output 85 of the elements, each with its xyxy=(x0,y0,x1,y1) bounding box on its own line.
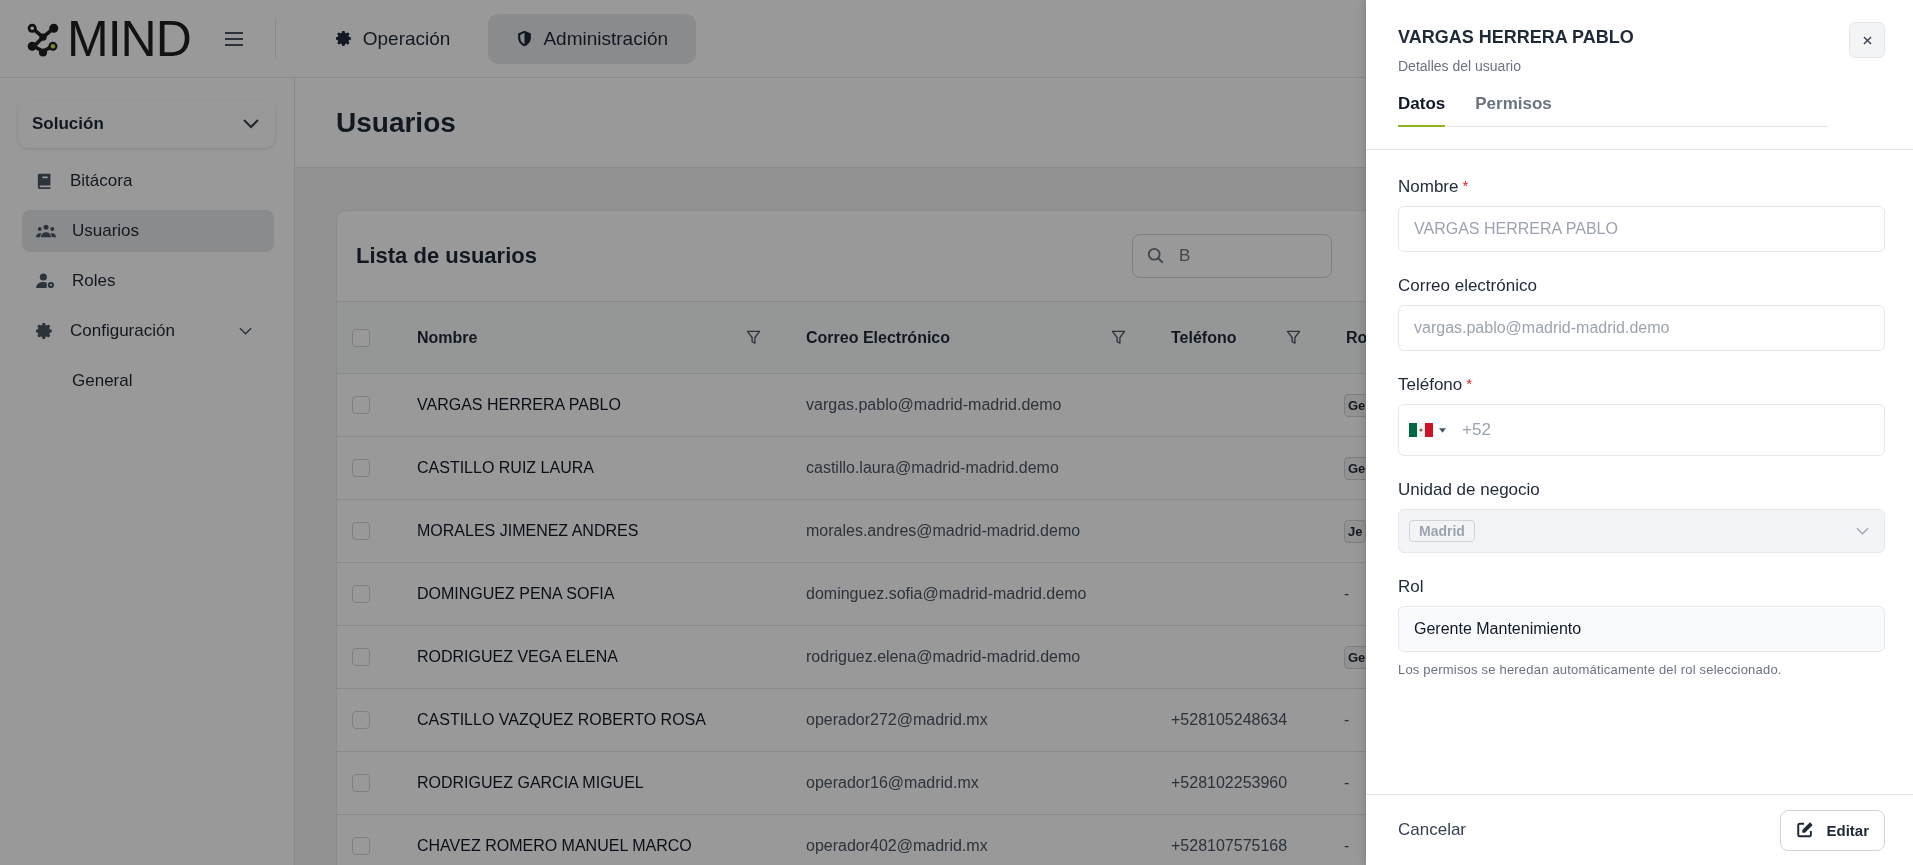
column-header: Nombre xyxy=(417,328,478,347)
sidebar-item[interactable]: General xyxy=(22,360,274,402)
field-label: Unidad de negocio xyxy=(1398,480,1540,500)
search-field[interactable]: B xyxy=(1132,234,1332,278)
tab[interactable]: Datos xyxy=(1398,88,1446,127)
column-header: Ro xyxy=(1346,328,1366,347)
select-all-checkbox[interactable] xyxy=(352,328,370,347)
drawer-subtitle: Detalles del usuario xyxy=(1398,58,1522,74)
table-cell: dominguez.sofia@madrid-madrid.demo xyxy=(806,585,1087,603)
row-checkbox[interactable] xyxy=(352,648,370,666)
chevron-icon xyxy=(239,327,252,335)
edit-button[interactable]: Editar xyxy=(1780,809,1885,851)
table-cell: RODRIGUEZ GARCIA MIGUEL xyxy=(417,774,644,792)
cancel-button[interactable]: Cancelar xyxy=(1398,820,1467,840)
sidebar-item[interactable]: Configuración xyxy=(22,310,274,352)
sidebar-item[interactable]: Bitácora xyxy=(22,160,274,202)
row-checkbox[interactable] xyxy=(352,711,370,729)
table-cell: MORALES JIMENEZ ANDRES xyxy=(417,522,639,540)
role-tag: Ge xyxy=(1344,393,1366,417)
shield-icon xyxy=(516,30,534,47)
gear-icon xyxy=(36,322,54,340)
table-cell: CASTILLO VAZQUEZ ROBERTO ROSA xyxy=(417,711,706,729)
search-icon xyxy=(1147,247,1165,265)
sidebar-item[interactable]: Roles xyxy=(22,260,274,302)
users-icon xyxy=(36,223,56,239)
edit-icon xyxy=(1796,821,1815,839)
help-text: Los permisos se heredan automáticamente del rol seleccionado. xyxy=(1398,662,1783,677)
filter-icon[interactable] xyxy=(1111,330,1126,345)
chevron-icon xyxy=(1856,527,1869,535)
logo-text: MIND xyxy=(67,13,191,64)
required-mark: * xyxy=(1466,375,1473,394)
gear-icon xyxy=(335,30,353,47)
row-checkbox[interactable] xyxy=(352,585,370,603)
table-cell: RODRIGUEZ VEGA ELENA xyxy=(417,648,618,666)
role-tag: Ge xyxy=(1344,645,1366,669)
field-label: Nombre xyxy=(1398,177,1459,197)
close-icon xyxy=(1862,35,1872,45)
role-tag: Ge xyxy=(1344,456,1366,480)
table-cell: - xyxy=(1344,837,1350,855)
table-cell: CHAVEZ ROMERO MANUEL MARCO xyxy=(417,837,692,855)
close-button[interactable] xyxy=(1849,22,1885,58)
table-cell: - xyxy=(1344,774,1350,792)
nav-tab[interactable]: Operación xyxy=(307,13,479,64)
table-cell: VARGAS HERRERA PABLO xyxy=(417,396,621,414)
drawer-title: VARGAS HERRERA PABLO xyxy=(1398,27,1634,48)
table-cell: operador16@madrid.mx xyxy=(806,774,979,792)
field-label: Rol xyxy=(1398,577,1424,597)
table-cell: - xyxy=(1344,711,1350,729)
section-dropdown[interactable]: Solución xyxy=(18,100,275,148)
table-cell: operador272@madrid.mx xyxy=(806,711,988,729)
table-cell: morales.andres@madrid-madrid.demo xyxy=(806,522,1081,540)
required-mark: * xyxy=(1462,177,1469,196)
table-cell: CASTILLO RUIZ LAURA xyxy=(417,459,594,477)
table-cell: +528102253960 xyxy=(1171,774,1288,792)
filter-icon[interactable] xyxy=(1286,330,1301,345)
selected-tag: Madrid xyxy=(1409,520,1475,542)
filter-icon[interactable] xyxy=(746,330,761,345)
chevron-icon xyxy=(243,119,259,129)
user-icon xyxy=(36,273,56,289)
table-cell: - xyxy=(1344,585,1350,603)
row-checkbox[interactable] xyxy=(352,774,370,792)
column-header: Correo Electrónico xyxy=(806,328,951,347)
role-tag: Je xyxy=(1344,519,1366,543)
row-checkbox[interactable] xyxy=(352,459,370,477)
sidebar-item[interactable]: Usuarios xyxy=(22,210,274,252)
table-cell: rodriguez.elena@madrid-madrid.demo xyxy=(806,648,1081,666)
table-cell: vargas.pablo@madrid-madrid.demo xyxy=(806,396,1062,414)
table-cell: operador402@madrid.mx xyxy=(806,837,988,855)
tab[interactable]: Permisos xyxy=(1475,88,1552,127)
table-cell: +528107575168 xyxy=(1171,837,1288,855)
input-field[interactable]: Gerente Mantenimiento xyxy=(1398,606,1885,652)
page-title: Usuarios xyxy=(336,106,456,139)
table-cell: +528105248634 xyxy=(1171,711,1288,729)
caret-icon xyxy=(1439,427,1446,433)
table-cell: DOMINGUEZ PENA SOFIA xyxy=(417,585,615,603)
field-label: Teléfono xyxy=(1398,375,1463,395)
field-label: Correo electrónico xyxy=(1398,276,1537,296)
nav-tab[interactable]: Administración xyxy=(488,13,697,64)
row-checkbox[interactable] xyxy=(352,837,370,855)
flag-icon xyxy=(1409,423,1433,437)
row-checkbox[interactable] xyxy=(352,396,370,414)
card-title: Lista de usuarios xyxy=(356,243,537,269)
column-header: Teléfono xyxy=(1171,328,1237,347)
row-checkbox[interactable] xyxy=(352,522,370,540)
table-cell: castillo.laura@madrid-madrid.demo xyxy=(806,459,1059,477)
